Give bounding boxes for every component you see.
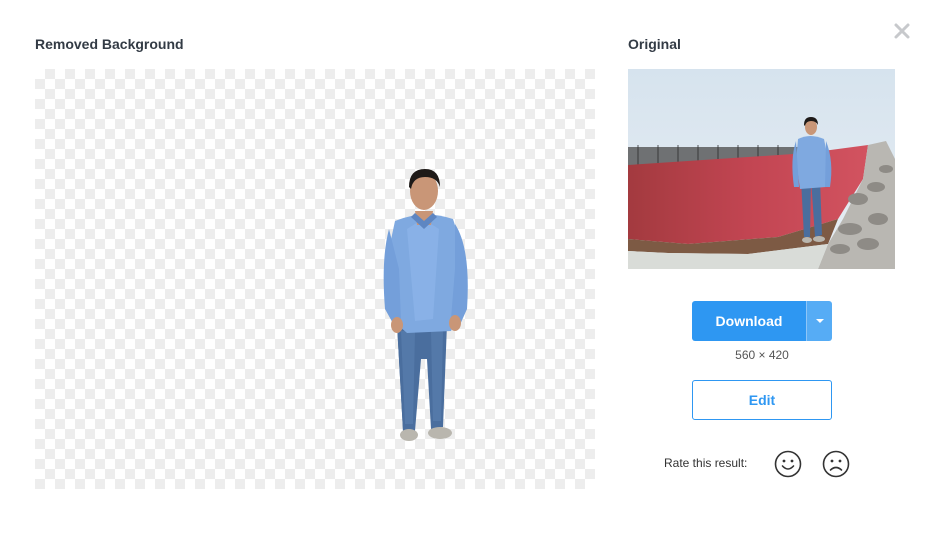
rate-label: Rate this result: bbox=[664, 456, 748, 470]
smiley-happy-icon[interactable] bbox=[774, 450, 802, 478]
chevron-down-icon bbox=[815, 319, 824, 323]
smiley-sad-icon[interactable] bbox=[822, 450, 850, 478]
download-options-button[interactable] bbox=[806, 301, 832, 341]
edit-button[interactable]: Edit bbox=[692, 380, 832, 420]
original-image bbox=[628, 69, 895, 269]
image-dimensions: 560 × 420 bbox=[735, 348, 789, 362]
cutout-person-image bbox=[383, 169, 468, 441]
removed-background-preview bbox=[35, 69, 595, 489]
original-heading: Original bbox=[628, 36, 681, 52]
close-icon[interactable] bbox=[892, 21, 912, 41]
download-button[interactable]: Download bbox=[692, 301, 806, 341]
download-button-group: Download bbox=[692, 301, 832, 341]
removed-background-heading: Removed Background bbox=[35, 36, 184, 52]
